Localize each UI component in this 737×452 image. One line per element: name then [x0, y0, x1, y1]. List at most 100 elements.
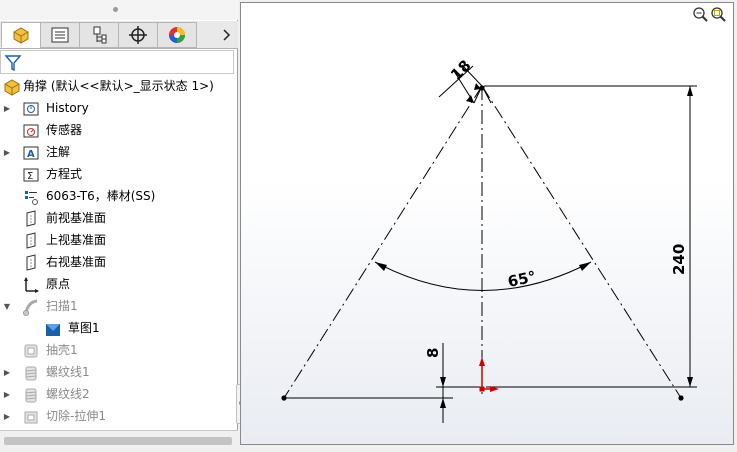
tree-item-label: 6063-T6，棒材(SS)	[46, 189, 156, 203]
horizontal-scrollbar[interactable]	[0, 430, 238, 452]
annotation-icon: A	[23, 146, 39, 160]
tree-item-label: 传感器	[46, 123, 83, 137]
svg-text:A: A	[27, 149, 35, 160]
zoom-to-fit-icon[interactable]	[693, 7, 708, 22]
equation-icon: Σ	[23, 168, 39, 182]
tab-property-manager[interactable]	[40, 22, 80, 48]
tree-item-label: 螺纹线1	[46, 365, 90, 379]
thread-icon	[25, 366, 37, 381]
expand-arrow-icon[interactable]: ▶	[2, 406, 12, 427]
dim-240-arrow-top	[687, 86, 693, 96]
tree-item-label: 方程式	[46, 167, 83, 181]
dim-8-arrow-bottom	[440, 398, 446, 408]
dim-18-text: 18	[447, 56, 474, 83]
tree-root-label: 角撑 (默认<<默认>_显示状态 1>)	[23, 79, 214, 93]
thread-icon	[25, 388, 37, 403]
tree-item[interactable]: 传感器	[0, 120, 238, 141]
tree-item-label: 扫描1	[46, 299, 78, 313]
sketch-left-line	[283, 85, 483, 399]
plane-icon	[26, 254, 36, 271]
tree-item[interactable]: 草图1	[0, 318, 238, 339]
tree-item[interactable]: 6063-T6，棒材(SS)	[0, 186, 238, 207]
tree-item[interactable]: 前视基准面	[0, 208, 238, 229]
plane-icon	[26, 210, 36, 227]
tree-item[interactable]: ▶ 切除-拉伸1	[0, 406, 238, 427]
zoom-toolbar	[691, 5, 727, 25]
sketch-point-right	[678, 395, 684, 401]
app-window: 角撑 (默认<<默认>_显示状态 1>) ▶ History 传感器 ▶ A 注解 Σ 方程式…	[0, 0, 737, 452]
tree-item[interactable]: 上视基准面	[0, 230, 238, 251]
dim-8-text: 8	[424, 348, 442, 358]
tree-item-label: 草图1	[68, 321, 100, 335]
tree-item[interactable]: ▶ 螺纹线2	[0, 384, 238, 405]
origin-icon	[24, 277, 39, 293]
display-manager-icon	[169, 27, 185, 43]
tree-item-label: 切除-拉伸1	[46, 409, 106, 423]
tab-dimxpert-manager[interactable]	[118, 22, 158, 48]
configuration-manager-icon	[93, 26, 107, 44]
zoom-area-icon[interactable]	[711, 7, 726, 22]
plane-icon	[26, 232, 36, 249]
expand-arrow-icon[interactable]: ▶	[2, 384, 12, 405]
tree-filter-input[interactable]	[0, 50, 234, 74]
dim-240-text: 240	[670, 244, 688, 275]
graphics-area[interactable]: 18 240 65° 8	[240, 2, 734, 445]
sketch-point-apex	[479, 85, 485, 91]
tree-item-label: 上视基准面	[46, 233, 107, 247]
expand-arrow-icon[interactable]: ▶	[2, 142, 12, 163]
panel-grip[interactable]	[0, 0, 238, 20]
part-icon	[13, 27, 29, 44]
dim-8-arrow-top	[440, 377, 446, 387]
tree-item-label: 右视基准面	[46, 255, 107, 269]
tree-item[interactable]: Σ 方程式	[0, 164, 238, 185]
tree-item[interactable]: ▶ 螺纹线1	[0, 362, 238, 383]
sketch-icon	[46, 324, 60, 336]
tab-configuration-manager[interactable]	[79, 22, 119, 48]
dimxpert-icon	[129, 26, 147, 44]
tree-item-label: History	[46, 101, 89, 115]
collapse-arrow-icon[interactable]: ▼	[2, 296, 12, 317]
sketch-svg: 18 240 65° 8	[281, 56, 697, 423]
cut-extrude-icon	[24, 411, 38, 424]
tree-item-label: 螺纹线2	[46, 387, 90, 401]
sweep-icon	[23, 299, 38, 316]
tab-feature-manager[interactable]	[1, 22, 41, 48]
tree-item[interactable]: 抽壳1	[0, 340, 238, 361]
dim-65-arrow-left	[375, 262, 387, 271]
sketch-right-line	[481, 85, 682, 399]
expand-arrow-icon[interactable]: ▶	[2, 362, 12, 383]
part-icon	[4, 79, 20, 96]
dim-65-arc	[374, 261, 592, 291]
dim-240-arrow-bottom	[687, 377, 693, 387]
sketch-point-left	[281, 395, 287, 401]
tree-item[interactable]: ▶ History	[0, 98, 238, 119]
tree-root[interactable]: 角撑 (默认<<默认>_显示状态 1>)	[0, 76, 238, 97]
tree-item[interactable]: 右视基准面	[0, 252, 238, 273]
expand-arrow-icon[interactable]: ▶	[2, 98, 12, 119]
sensor-icon	[23, 124, 39, 138]
tab-display-manager[interactable]	[157, 22, 197, 48]
tree-item[interactable]: ▶ A 注解	[0, 142, 238, 163]
feature-manager-panel: 角撑 (默认<<默认>_显示状态 1>) ▶ History 传感器 ▶ A 注解 Σ 方程式…	[0, 0, 238, 452]
shell-icon	[24, 344, 38, 358]
tree-item-label: 抽壳1	[46, 343, 78, 357]
material-icon	[25, 191, 38, 205]
grip-dot	[113, 7, 118, 12]
tab-more-button[interactable]	[216, 22, 236, 48]
tree-item[interactable]: ▼ 扫描1	[0, 296, 238, 317]
svg-text:Σ: Σ	[27, 171, 33, 182]
tree-item-label: 原点	[46, 277, 71, 291]
dim-65-text: 65°	[506, 267, 537, 291]
panel-tabbar	[0, 21, 238, 49]
origin-point	[479, 386, 485, 392]
origin-y-arrow	[479, 357, 485, 366]
tree-item-label: 注解	[46, 145, 71, 159]
filter-icon[interactable]	[4, 54, 22, 72]
tree-item-label: 前视基准面	[46, 211, 107, 225]
property-manager-icon	[51, 27, 69, 43]
dim-65-arrow-right	[579, 262, 591, 271]
tree-item[interactable]: 原点	[0, 274, 238, 295]
history-icon	[23, 102, 39, 116]
chevron-right-icon	[223, 29, 231, 41]
scrollbar-thumb[interactable]	[4, 437, 232, 445]
